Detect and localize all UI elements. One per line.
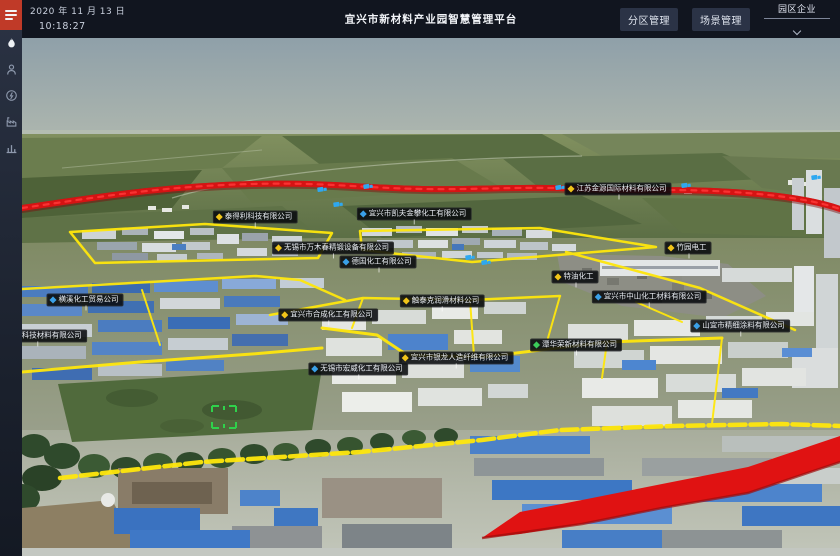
marker-label: 宜兴市凯夫金攀化工有限公司: [369, 209, 467, 218]
marker-label: 宜兴市银龙人造纤维有限公司: [411, 353, 509, 362]
enterprise-dropdown-label: 园区企业: [764, 2, 830, 19]
marker-icon: [567, 185, 574, 192]
person-icon[interactable]: [0, 56, 22, 82]
marker-icon: [342, 258, 349, 265]
marker-stem: [688, 254, 689, 259]
flame-icon[interactable]: [0, 30, 22, 56]
marker-icon: [360, 210, 367, 217]
chevron-down-icon: [793, 27, 801, 35]
marker-label: 德国化工有限公司: [352, 257, 412, 266]
marker-label: 宜兴市合成化工有限公司: [290, 310, 373, 319]
marker-stem: [85, 306, 86, 311]
map-marker[interactable]: 竹园电工: [665, 241, 712, 254]
marker-stem: [414, 220, 415, 225]
hamburger-icon[interactable]: [0, 0, 22, 30]
marker-icon: [595, 293, 602, 300]
map-marker[interactable]: 泰得利科技有限公司: [213, 210, 298, 223]
marker-stem: [442, 307, 443, 312]
map-view[interactable]: 泰得利科技有限公司 宜兴市凯夫金攀化工有限公司无锡市万木春精锻设备有限公司德国化工…: [22, 38, 840, 556]
scene-manage-button[interactable]: 场景管理: [692, 8, 750, 31]
marker-label: 宜兴市中山化工材料有限公司: [604, 292, 702, 301]
bar-chart-icon[interactable]: [0, 134, 22, 160]
map-marker[interactable]: 宜兴市银龙人造纤维有限公司: [399, 351, 514, 364]
marker-label: 无锡市万木春精锻设备有限公司: [284, 243, 389, 252]
marker-stem: [333, 254, 334, 259]
map-marker[interactable]: 触泰克润滑材料公司: [400, 294, 485, 307]
top-bar: 2020 年 11 月 13 日 10:18:27 宜兴市新材料产业园智慧管理平…: [22, 0, 840, 38]
marker-icon: [275, 244, 282, 251]
time-label: 10:18:27: [39, 21, 125, 32]
marker-stem: [618, 195, 619, 200]
marker-icon: [402, 354, 409, 361]
map-marker[interactable]: 江苏金源国际材料有限公司: [565, 182, 672, 195]
zone-manage-button[interactable]: 分区管理: [620, 8, 678, 31]
marker-stem: [328, 321, 329, 326]
map-marker[interactable]: 无锡市宏威化工有限公司: [308, 362, 408, 375]
marker-label: 宜兴丽科技材料有限公司: [22, 331, 82, 340]
marker-label: 山宜市精细涂料有限公司: [702, 321, 785, 330]
marker-icon: [216, 213, 223, 220]
sidebar: [0, 0, 22, 556]
date-label: 2020 年 11 月 13 日: [30, 4, 125, 17]
marker-icon: [533, 341, 540, 348]
marker-label: 无锡市宏威化工有限公司: [320, 364, 403, 373]
page-title: 宜兴市新材料产业园智慧管理平台: [345, 12, 518, 27]
marker-label: 江苏金源国际材料有限公司: [577, 184, 667, 193]
marker-stem: [255, 223, 256, 228]
enterprise-dropdown[interactable]: 园区企业: [764, 0, 830, 38]
marker-icon: [311, 365, 318, 372]
marker-label: 竹园电工: [677, 243, 707, 252]
marker-stem: [358, 375, 359, 380]
map-marker[interactable]: 宜兴丽科技材料有限公司: [22, 329, 87, 342]
marker-stem: [740, 332, 741, 337]
marker-layer: 泰得利科技有限公司 宜兴市凯夫金攀化工有限公司无锡市万木春精锻设备有限公司德国化工…: [22, 38, 840, 556]
marker-label: 横溪化工贸易公司: [59, 295, 119, 304]
marker-label: 泰得利科技有限公司: [225, 212, 293, 221]
map-marker[interactable]: 德国化工有限公司: [340, 255, 417, 268]
marker-icon: [554, 273, 561, 280]
marker-stem: [456, 364, 457, 369]
factory-icon[interactable]: [0, 108, 22, 134]
map-marker[interactable]: 宜兴市合成化工有限公司: [278, 308, 378, 321]
datetime-block: 2020 年 11 月 13 日 10:18:27: [30, 4, 125, 32]
map-marker[interactable]: 宜兴市凯夫金攀化工有限公司: [357, 207, 472, 220]
header-actions: 分区管理 场景管理 园区企业: [620, 0, 830, 38]
marker-icon: [667, 244, 674, 251]
marker-icon: [281, 311, 288, 318]
marker-label: 潭华荣新材料有限公司: [542, 340, 617, 349]
marker-stem: [575, 283, 576, 288]
map-marker[interactable]: 宜兴市中山化工材料有限公司: [592, 290, 707, 303]
marker-stem: [649, 303, 650, 308]
marker-stem: [378, 268, 379, 273]
map-marker[interactable]: 无锡市万木春精锻设备有限公司: [272, 241, 394, 254]
map-marker[interactable]: 潭华荣新材料有限公司: [530, 338, 622, 351]
marker-icon: [403, 297, 410, 304]
map-marker[interactable]: 横溪化工贸易公司: [47, 293, 124, 306]
map-marker[interactable]: 特油化工: [552, 270, 599, 283]
marker-label: 触泰克润滑材料公司: [412, 296, 480, 305]
marker-icon: [49, 296, 56, 303]
map-marker[interactable]: 山宜市精细涂料有限公司: [690, 319, 790, 332]
marker-icon: [693, 322, 700, 329]
power-icon[interactable]: [0, 82, 22, 108]
marker-stem: [576, 351, 577, 356]
marker-stem: [37, 342, 38, 347]
marker-label: 特油化工: [564, 272, 594, 281]
